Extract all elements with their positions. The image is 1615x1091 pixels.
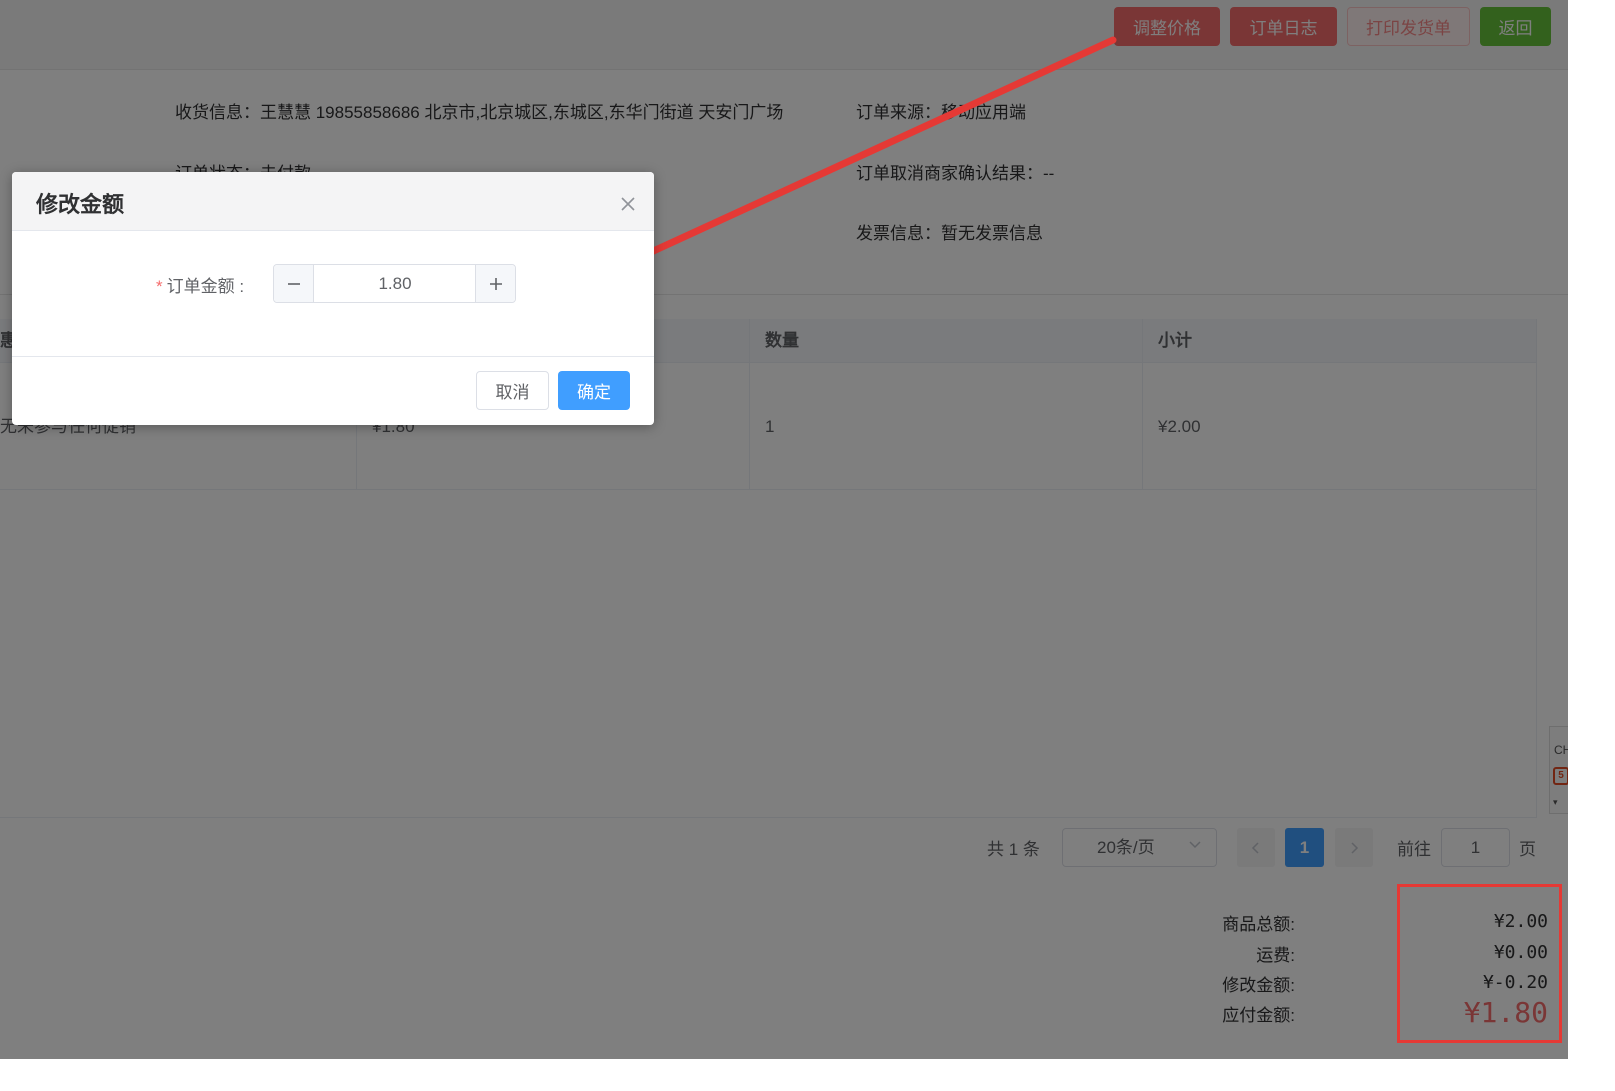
order-detail-page: 调整价格 订单日志 打印发货单 返回 收货信息：王慧慧 19855858686 … <box>0 0 1568 1059</box>
dialog-footer-divider <box>12 356 654 357</box>
increase-button[interactable] <box>475 265 515 302</box>
dialog-title: 修改金额 <box>36 192 125 217</box>
amount-stepper: 1.80 <box>273 264 516 303</box>
order-amount-label: * 订单金额 : <box>156 272 244 297</box>
cancel-button[interactable]: 取消 <box>476 371 549 410</box>
plus-icon <box>489 277 502 290</box>
minus-icon <box>287 282 300 285</box>
modify-amount-dialog: 修改金额 * 订单金额 : 1.80 取消 确定 <box>12 172 654 425</box>
decrease-button[interactable] <box>274 265 314 302</box>
modal-mask[interactable] <box>0 0 1568 1059</box>
annotation-highlight-box <box>1397 884 1562 1043</box>
order-amount-label-text: 订单金额 : <box>166 277 245 296</box>
confirm-button[interactable]: 确定 <box>558 371 630 410</box>
amount-input[interactable]: 1.80 <box>315 265 475 302</box>
required-mark: * <box>156 277 163 296</box>
close-icon[interactable] <box>618 194 638 214</box>
dialog-header: 修改金额 <box>12 172 654 231</box>
